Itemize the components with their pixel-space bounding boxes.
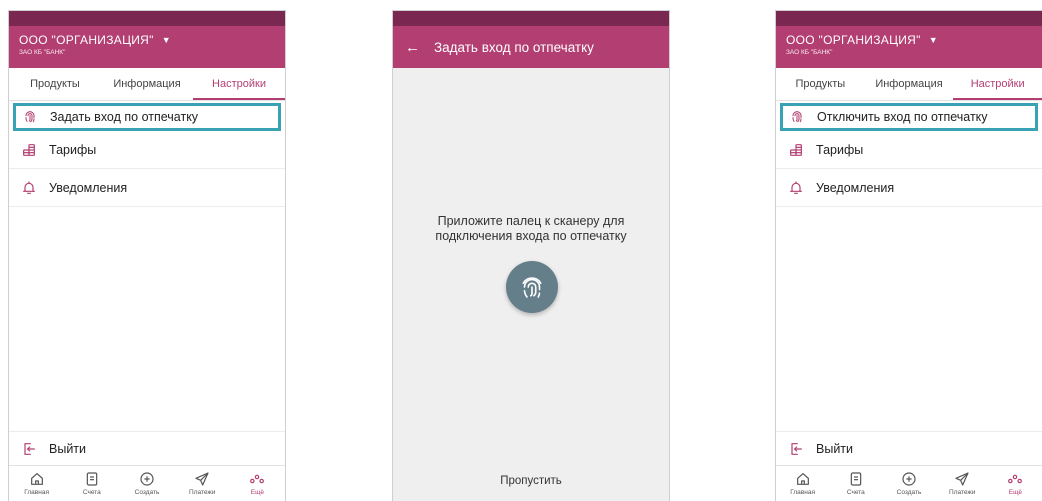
menu-item-disable-fingerprint-login[interactable]: Отключить вход по отпечатку [780, 103, 1038, 131]
nav-label: Счета [846, 489, 865, 496]
menu-item-label: Тарифы [816, 142, 864, 157]
nav-label: Создать [896, 489, 922, 496]
menu-item-tariffs[interactable]: Тарифы [776, 131, 1042, 169]
home-icon [795, 471, 811, 487]
phone-screen-settings-enabled: ООО "ОРГАНИЗАЦИЯ" ▼ ЗАО КБ "БАНК" Продукт… [775, 10, 1042, 501]
tab-products[interactable]: Продукты [9, 68, 101, 100]
menu-item-set-fingerprint-login[interactable]: Задать вход по отпечатку [13, 103, 281, 131]
bottom-navigation: Главная Счета Создать Платежи Ещё [776, 465, 1042, 501]
fingerprint-icon [789, 109, 805, 125]
nav-label: Платежи [189, 489, 216, 496]
nav-label: Ещё [1008, 489, 1023, 496]
document-icon [848, 471, 864, 487]
bank-name: ЗАО КБ "БАНК" [19, 49, 66, 56]
nav-label: Платежи [949, 489, 976, 496]
status-bar [393, 11, 669, 26]
scan-instruction: Приложите палец к сканеру для подключени… [393, 214, 669, 244]
instruction-line: подключения входа по отпечатку [435, 229, 627, 243]
tab-bar: Продукты Информация Настройки [9, 68, 285, 101]
nav-label: Главная [24, 489, 49, 496]
nav-label: Главная [790, 489, 815, 496]
phone-screen-settings: ООО "ОРГАНИЗАЦИЯ" ▼ ЗАО КБ "БАНК" Продукт… [8, 10, 286, 501]
plus-circle-icon [139, 471, 155, 487]
nav-label: Счета [82, 489, 101, 496]
menu-item-label: Задать вход по отпечатку [50, 110, 199, 124]
logout-icon [21, 441, 37, 457]
nav-payments[interactable]: Платежи [936, 466, 989, 501]
status-bar [776, 11, 1042, 26]
bottom-navigation: Главная Счета Создать Платежи Ещё [9, 465, 285, 501]
more-dots-icon [249, 471, 265, 487]
tab-settings[interactable]: Настройки [953, 68, 1042, 100]
chevron-down-icon: ▼ [161, 35, 171, 45]
skip-button[interactable]: Пропустить [393, 475, 669, 487]
nav-home[interactable]: Главная [776, 466, 829, 501]
document-icon [84, 471, 100, 487]
fingerprint-icon [22, 109, 38, 125]
coins-icon [788, 142, 804, 158]
logout-label: Выйти [49, 441, 87, 456]
nav-label: Создать [134, 489, 160, 496]
tab-settings[interactable]: Настройки [193, 68, 285, 100]
plus-circle-icon [901, 471, 917, 487]
nav-accounts[interactable]: Счета [64, 466, 119, 501]
instruction-line: Приложите палец к сканеру для [437, 214, 625, 228]
bell-icon [21, 180, 37, 196]
nav-create[interactable]: Создать [119, 466, 174, 501]
paper-plane-icon [954, 471, 970, 487]
menu-item-label: Тарифы [49, 142, 97, 157]
tab-products[interactable]: Продукты [776, 68, 865, 100]
phone-screen-fingerprint-setup: ← Задать вход по отпечатку Приложите пал… [392, 10, 670, 501]
menu-item-label: Уведомления [49, 180, 128, 195]
organization-name: ООО "ОРГАНИЗАЦИЯ" [19, 33, 154, 47]
more-dots-icon [1007, 471, 1023, 487]
nav-create[interactable]: Создать [882, 466, 935, 501]
fingerprint-sensor-icon [506, 261, 558, 313]
tab-information[interactable]: Информация [865, 68, 954, 100]
organization-selector[interactable]: ООО "ОРГАНИЗАЦИЯ" ▼ ЗАО КБ "БАНК" [786, 33, 938, 56]
app-bar: ← Задать вход по отпечатку [393, 26, 669, 68]
nav-more[interactable]: Ещё [230, 466, 285, 501]
logout-button[interactable]: Выйти [9, 431, 285, 465]
bank-name: ЗАО КБ "БАНК" [786, 49, 833, 56]
logout-icon [788, 441, 804, 457]
app-bar: ООО "ОРГАНИЗАЦИЯ" ▼ ЗАО КБ "БАНК" [9, 26, 285, 68]
organization-selector[interactable]: ООО "ОРГАНИЗАЦИЯ" ▼ ЗАО КБ "БАНК" [19, 33, 171, 56]
page-title: Задать вход по отпечатку [434, 39, 594, 55]
home-icon [29, 471, 45, 487]
menu-item-label: Отключить вход по отпечатку [817, 110, 988, 124]
logout-label: Выйти [816, 441, 854, 456]
nav-more[interactable]: Ещё [989, 466, 1042, 501]
nav-label: Ещё [250, 489, 265, 496]
coins-icon [21, 142, 37, 158]
bell-icon [788, 180, 804, 196]
nav-home[interactable]: Главная [9, 466, 64, 501]
menu-item-notifications[interactable]: Уведомления [9, 169, 285, 207]
nav-payments[interactable]: Платежи [175, 466, 230, 501]
nav-accounts[interactable]: Счета [829, 466, 882, 501]
tab-information[interactable]: Информация [101, 68, 193, 100]
chevron-down-icon: ▼ [928, 35, 938, 45]
organization-name: ООО "ОРГАНИЗАЦИЯ" [786, 33, 921, 47]
menu-item-notifications[interactable]: Уведомления [776, 169, 1042, 207]
menu-item-tariffs[interactable]: Тарифы [9, 131, 285, 169]
status-bar [9, 11, 285, 26]
app-bar: ООО "ОРГАНИЗАЦИЯ" ▼ ЗАО КБ "БАНК" [776, 26, 1042, 68]
menu-item-label: Уведомления [816, 180, 895, 195]
tab-bar: Продукты Информация Настройки [776, 68, 1042, 101]
logout-button[interactable]: Выйти [776, 431, 1042, 465]
back-arrow-icon[interactable]: ← [405, 39, 420, 56]
paper-plane-icon [194, 471, 210, 487]
